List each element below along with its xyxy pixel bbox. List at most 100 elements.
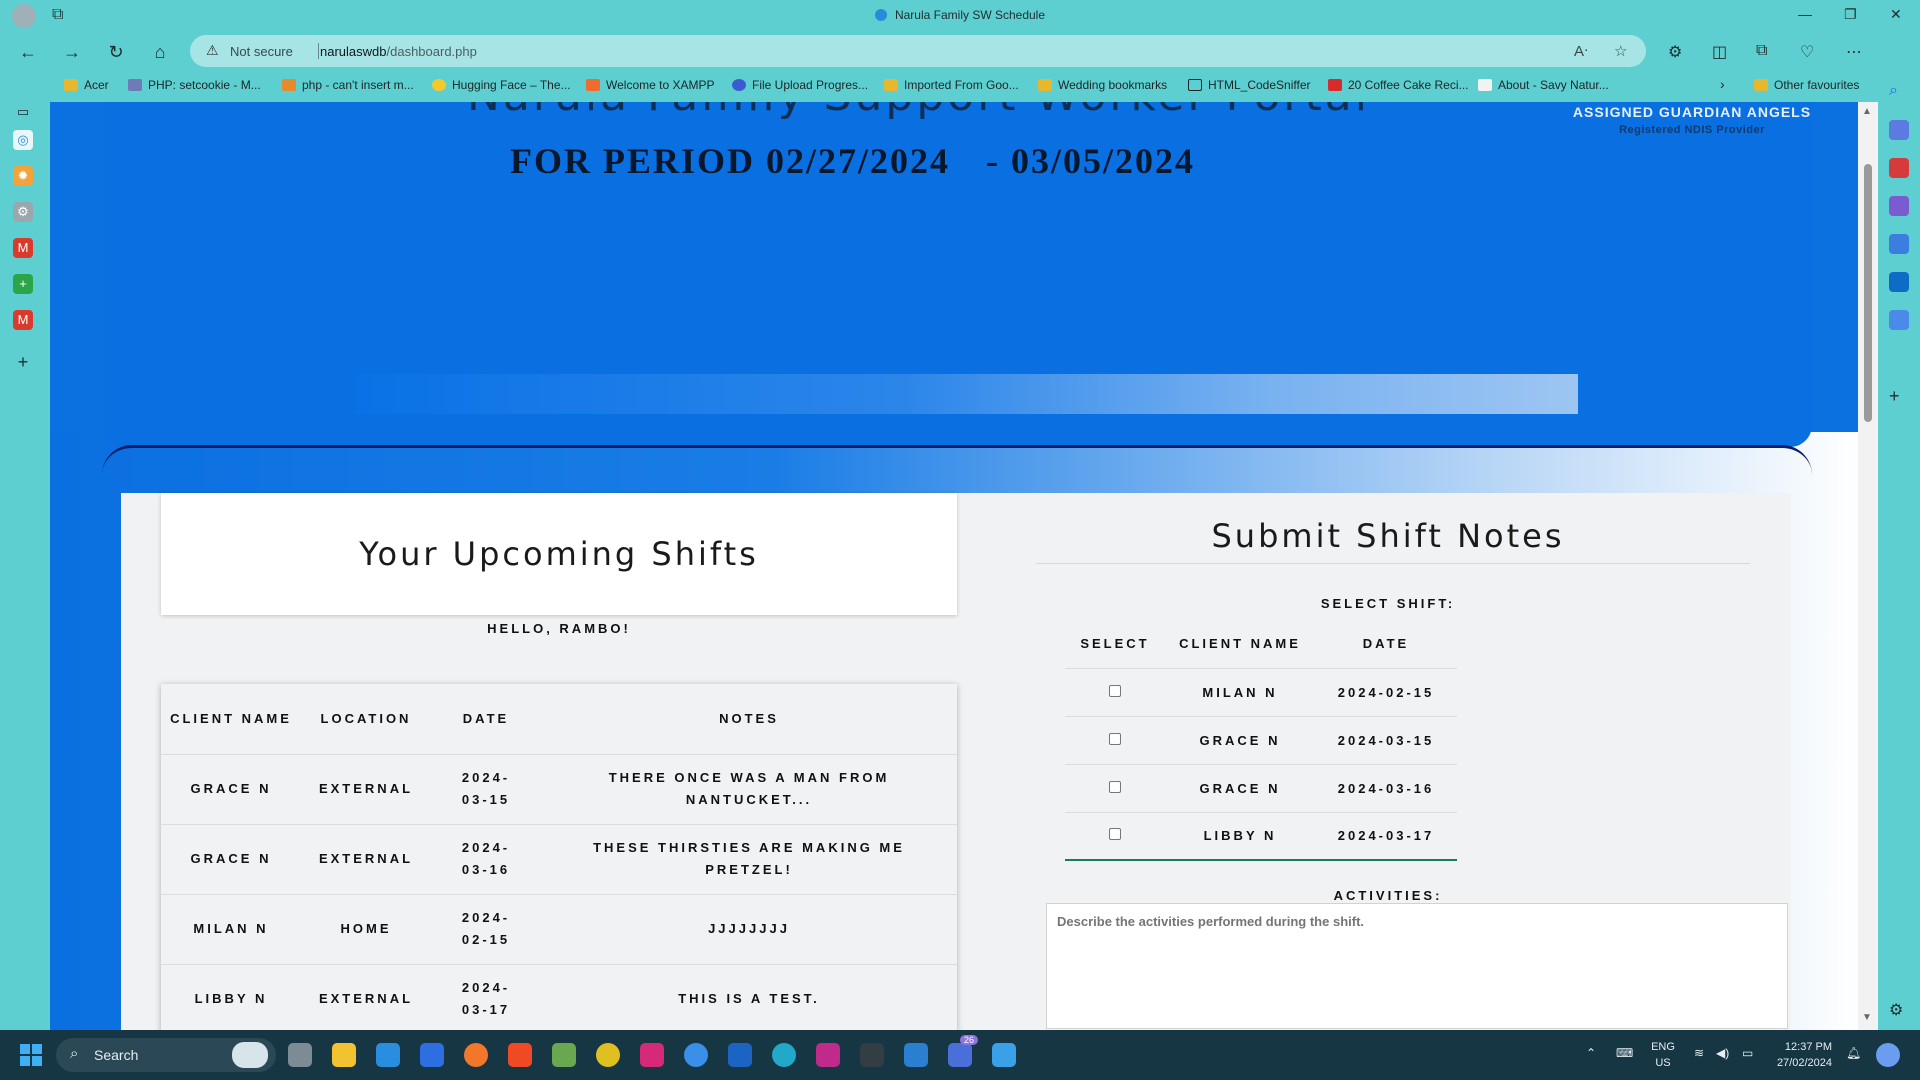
column-header: SELECT xyxy=(1080,636,1150,652)
notepad-icon[interactable] xyxy=(992,1043,1016,1067)
search-highlight-art xyxy=(232,1042,268,1068)
tools-icon[interactable] xyxy=(1889,158,1909,178)
tab-gmail-icon[interactable]: M xyxy=(13,238,33,258)
drop-icon[interactable] xyxy=(1889,310,1909,330)
period-start: FOR PERIOD 02/27/2024 xyxy=(510,141,951,181)
security-label[interactable]: Not secure xyxy=(230,44,293,59)
url-text[interactable]: narulaswdb/dashboard.php xyxy=(320,44,477,59)
bookmark-php-setcookie[interactable]: PHP: setcookie - M... xyxy=(128,78,261,92)
bookmark-imported-from-google[interactable]: Imported From Goo... xyxy=(884,78,1019,92)
bookmark-acer[interactable]: Acer xyxy=(64,78,109,92)
notepadpp-icon[interactable] xyxy=(552,1043,576,1067)
home-icon[interactable]: ⌂ xyxy=(148,40,172,64)
shift-checkbox[interactable] xyxy=(1109,828,1121,841)
bookmark-php-cant-insert[interactable]: php - can't insert m... xyxy=(282,78,414,92)
refresh-icon[interactable]: ↻ xyxy=(104,40,128,64)
read-aloud-icon[interactable]: Aᐧ xyxy=(1574,42,1588,60)
select-cell xyxy=(1065,763,1165,812)
edge-taskbar-icon[interactable] xyxy=(772,1043,796,1067)
chrome-icon[interactable] xyxy=(596,1043,620,1067)
wifi-icon[interactable]: ≋ xyxy=(1694,1046,1704,1060)
address-bar[interactable]: ⚠ Not secure narulaswdb/dashboard.php Aᐧ… xyxy=(190,35,1646,67)
page-scrollbar[interactable]: ▲ ▼ xyxy=(1858,102,1878,1030)
column-header: CLIENT NAME xyxy=(1179,636,1301,652)
split-screen-icon[interactable]: ◫ xyxy=(1712,42,1727,62)
new-tab-plus-icon[interactable]: + xyxy=(13,352,33,372)
m365-icon[interactable] xyxy=(1889,234,1909,254)
sidebar-add-icon[interactable]: + xyxy=(1889,386,1909,406)
bookmark-label: HTML_CodeSniffer xyxy=(1208,78,1311,92)
shift-checkbox[interactable] xyxy=(1109,780,1121,793)
file-explorer-icon[interactable] xyxy=(332,1043,356,1067)
shift-checkbox[interactable] xyxy=(1109,684,1121,697)
volume-icon[interactable]: ◀) xyxy=(1716,1046,1729,1060)
activities-textarea[interactable] xyxy=(1046,903,1788,1029)
vertical-tabs-sidebar: ▭ ◎ ✹ ⚙ M + M + xyxy=(0,102,46,1030)
tab-gmail-2-icon[interactable]: M xyxy=(13,310,33,330)
todo-icon[interactable] xyxy=(420,1043,444,1067)
sidebar-settings-icon[interactable]: ⚙ xyxy=(1889,1000,1909,1020)
bookmark-savy-natur[interactable]: About - Savy Natur... xyxy=(1478,78,1609,92)
warning-icon[interactable]: ⚠ xyxy=(206,42,219,59)
select-cell xyxy=(1065,715,1165,764)
outlook-taskbar-icon[interactable] xyxy=(728,1043,752,1067)
search-icon[interactable]: ⌕ xyxy=(1889,82,1909,102)
phpstorm-icon[interactable] xyxy=(816,1043,840,1067)
bookmark-file-upload[interactable]: File Upload Progres... xyxy=(732,78,868,92)
stackoverflow-icon xyxy=(282,79,296,91)
bookmark-coffee-cake[interactable]: 20 Coffee Cake Reci... xyxy=(1328,78,1469,92)
site-icon xyxy=(1478,79,1492,91)
tab-narula-icon[interactable]: ◎ xyxy=(13,130,33,150)
tab-settings-icon[interactable]: ⚙ xyxy=(13,202,33,222)
start-windows-icon[interactable] xyxy=(20,1044,42,1066)
dev-app-icon[interactable] xyxy=(860,1043,884,1067)
bookmark-wedding[interactable]: Wedding bookmarks xyxy=(1038,78,1167,92)
language-indicator[interactable]: ENG US xyxy=(1648,1039,1678,1071)
extensions-icon[interactable]: ⚙ xyxy=(1668,42,1682,62)
firefox-icon[interactable] xyxy=(464,1043,488,1067)
scrollbar-thumb[interactable] xyxy=(1864,164,1872,422)
outlook-icon[interactable] xyxy=(1889,272,1909,292)
logo-tagline: Registered NDIS Provider xyxy=(1619,124,1765,136)
windows-taskbar: ⌕ Search 26 ⌃ ⌨ ENG US ≋ ◀) ▭ 12:37 PM 27/… xyxy=(0,1030,1920,1080)
vscode-icon[interactable] xyxy=(904,1043,928,1067)
mail-icon[interactable] xyxy=(376,1043,400,1067)
taskbar-search[interactable]: ⌕ Search xyxy=(56,1038,276,1072)
copilot-taskbar-icon[interactable] xyxy=(1876,1043,1900,1067)
bookmark-xampp[interactable]: Welcome to XAMPP xyxy=(586,78,714,92)
back-icon[interactable]: ← xyxy=(16,40,40,64)
bookmark-html-codesniffer[interactable]: HTML_CodeSniffer xyxy=(1188,78,1311,92)
forward-icon[interactable]: → xyxy=(60,40,84,64)
tray-overflow-chevron-icon[interactable]: ⌃ xyxy=(1586,1046,1596,1060)
bookmark-label: php - can't insert m... xyxy=(302,78,414,92)
bookmark-other-favourites[interactable]: Other favourites xyxy=(1754,78,1859,92)
restore-icon[interactable]: ❐ xyxy=(1844,6,1857,23)
teams-icon[interactable]: 26 xyxy=(948,1035,979,1067)
notification-bell-icon[interactable]: 🔔︎ xyxy=(1846,1046,1861,1060)
tab-sheets-icon[interactable]: + xyxy=(13,274,33,294)
collections-icon[interactable]: ⧉ xyxy=(1756,42,1767,60)
keyboard-icon[interactable]: ⌨ xyxy=(1616,1046,1633,1060)
games-icon[interactable] xyxy=(1889,196,1909,216)
tab-xampp-icon[interactable]: ✹ xyxy=(13,166,33,186)
bookmark-label: Imported From Goo... xyxy=(904,78,1019,92)
more-bookmarks-chevron-icon[interactable]: › xyxy=(1720,76,1725,92)
close-icon[interactable]: ✕ xyxy=(1890,6,1902,23)
system-clock[interactable]: 12:37 PM 27/02/2024 xyxy=(1752,1039,1832,1071)
task-view-icon[interactable] xyxy=(288,1043,312,1067)
table-row: LIBBY N EXTERNAL 2024-03-17 THIS IS A TE… xyxy=(161,964,957,1030)
page-icon xyxy=(1188,79,1202,91)
more-menu-icon[interactable]: ⋯ xyxy=(1846,42,1862,62)
shopping-icon[interactable] xyxy=(1889,120,1909,140)
brave-icon[interactable] xyxy=(508,1043,532,1067)
shift-checkbox[interactable] xyxy=(1109,732,1121,745)
instagram-icon[interactable] xyxy=(640,1043,664,1067)
tabs-panel-icon[interactable]: ▭ xyxy=(13,102,33,122)
browser-essentials-icon[interactable]: ♡ xyxy=(1800,42,1814,62)
favorite-star-icon[interactable]: ☆ xyxy=(1614,42,1627,60)
thunderbird-icon[interactable] xyxy=(684,1043,708,1067)
scroll-up-icon[interactable]: ▲ xyxy=(1862,106,1872,117)
bookmark-hugging-face[interactable]: Hugging Face – The... xyxy=(432,78,571,92)
minimize-icon[interactable]: — xyxy=(1798,6,1812,22)
scroll-down-icon[interactable]: ▼ xyxy=(1862,1012,1872,1023)
